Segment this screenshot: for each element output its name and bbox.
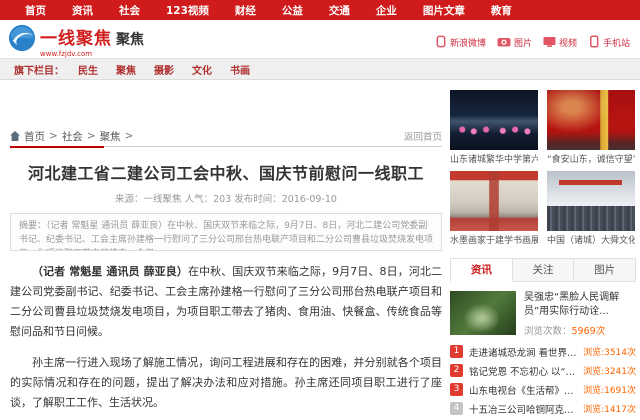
site-logo[interactable]: 一线聚焦 聚焦 www.fzjdv.com xyxy=(8,24,144,58)
mobile-icon xyxy=(588,33,600,52)
article-paragraph-2: 孙主席一行进入现场了解施工情况，询问工程进展和存在的困难，并分别就各个项目的实际… xyxy=(10,353,442,413)
list-item: 2 铭记党恩 不忘初心 以“四讲四 浏览:3241次 xyxy=(450,363,636,378)
gallery-caption[interactable]: “食安山东，诚信守望” xyxy=(547,152,635,165)
featured-body: 吴强忠“黑脸人民调解员”用实际行动诠... 浏览次数：5969次 xyxy=(524,291,636,337)
topnav-item-news[interactable]: 资讯 xyxy=(59,3,106,18)
topnav-item-photo-articles[interactable]: 图片文章 xyxy=(410,3,478,18)
tab-follow[interactable]: 关注 xyxy=(513,258,575,282)
sidebar-tabs: 资讯 关注 图片 xyxy=(450,258,636,282)
article-title: 河北建工省二建公司工会中秋、国庆节前慰问一线职工 xyxy=(10,160,442,184)
video-link[interactable]: 视频 xyxy=(543,33,577,52)
breadcrumb-red-underline xyxy=(10,146,104,148)
video-label: 视频 xyxy=(559,36,577,49)
rank-badge: 1 xyxy=(450,345,463,358)
pictures-label: 图片 xyxy=(514,36,532,49)
breadcrumb: 首页 > 社会 > 聚焦 > 返回首页 xyxy=(10,126,442,147)
gallery-item: 山东诸城繁华中学第六届 xyxy=(450,90,538,165)
logo-sub-text: 聚焦 xyxy=(116,29,144,49)
site-header: 一线聚焦 聚焦 www.fzjdv.com 新浪微博 图片 xyxy=(0,20,640,58)
gallery-thumbnail-red-banner[interactable] xyxy=(547,90,635,150)
breadcrumb-home[interactable]: 首页 xyxy=(24,129,45,144)
list-item: 3 山东电视台《生活帮》摄制组来 浏览:1691次 xyxy=(450,382,636,397)
featured-news-item: 吴强忠“黑脸人民调解员”用实际行动诠... 浏览次数：5969次 xyxy=(450,291,636,337)
article-column: 首页 > 社会 > 聚焦 > 返回首页 河北建工省二建公司工会中秋、国庆节前慰问… xyxy=(10,126,442,420)
breadcrumb-society[interactable]: 社会 xyxy=(62,129,83,144)
list-item-views: 浏览:1417次 xyxy=(583,402,636,415)
weibo-icon xyxy=(435,33,447,52)
subnav-item-calligraphy[interactable]: 书画 xyxy=(230,62,250,77)
gallery-item: 水墨画家于建学书画展在 xyxy=(450,171,538,246)
subnav-item-jujiao[interactable]: 聚焦 xyxy=(116,62,136,77)
camera-icon xyxy=(497,33,511,52)
topnav-item-traffic[interactable]: 交通 xyxy=(316,3,363,18)
list-item-title[interactable]: 走进诸城恐龙涧 看世界地质奇观 xyxy=(469,345,579,359)
home-icon xyxy=(10,131,20,141)
rank-badge: 3 xyxy=(450,383,463,396)
header-quicklinks: 新浪微博 图片 视频 手机站 xyxy=(435,33,630,52)
sub-navigation: 旗下栏目： 民生 聚焦 摄影 文化 书画 xyxy=(0,58,640,80)
article-meta: 来源：一线聚焦 人气：203 发布时间：2016-09-10 xyxy=(10,191,442,205)
video-icon xyxy=(543,33,556,52)
breadcrumb-jujiao[interactable]: 聚焦 xyxy=(100,129,121,144)
pictures-link[interactable]: 图片 xyxy=(497,33,532,52)
breadcrumb-separator: > xyxy=(49,130,58,142)
weibo-label: 新浪微博 xyxy=(450,36,486,49)
mobile-site-label: 手机站 xyxy=(603,36,630,49)
article-summary: 摘要：（记者 常魁星 通讯员 薛亚良）在中秋、国庆双节来临之际，9月7日、8日，… xyxy=(10,213,442,251)
globe-logo-icon xyxy=(8,24,36,56)
topnav-item-education[interactable]: 教育 xyxy=(478,3,525,18)
featured-views: 浏览次数：5969次 xyxy=(524,323,636,337)
article-paragraph-1: （记者 常魁星 通讯员 薛亚良）在中秋、国庆双节来临之际，9月7日、8日，河北二… xyxy=(10,262,442,342)
logo-url-text: www.fzjdv.com xyxy=(40,50,144,58)
list-item-views: 浏览:1691次 xyxy=(583,383,636,396)
featured-views-label: 浏览次数： xyxy=(524,326,572,337)
gallery-item: “食安山东，诚信守望” xyxy=(547,90,635,165)
subnav-item-photography[interactable]: 摄影 xyxy=(154,62,174,77)
featured-views-value: 5969次 xyxy=(572,326,606,337)
list-item-title[interactable]: 山东电视台《生活帮》摄制组来 xyxy=(469,383,579,397)
list-item-title[interactable]: 铭记党恩 不忘初心 以“四讲四 xyxy=(469,364,579,378)
weibo-link[interactable]: 新浪微博 xyxy=(435,33,486,52)
tab-news[interactable]: 资讯 xyxy=(450,258,513,282)
back-to-home-link[interactable]: 返回首页 xyxy=(404,129,442,143)
featured-thumbnail-forest[interactable] xyxy=(450,291,516,335)
list-item-views: 浏览:3514次 xyxy=(583,345,636,358)
reporter-byline: （记者 常魁星 通讯员 薛亚良） xyxy=(32,265,188,278)
subnav-item-culture[interactable]: 文化 xyxy=(192,62,212,77)
ranked-news-list: 1 走进诸城恐龙涧 看世界地质奇观 浏览:3514次 2 铭记党恩 不忘初心 以… xyxy=(450,344,636,420)
topnav-item-home[interactable]: 首页 xyxy=(12,3,59,18)
breadcrumb-separator: > xyxy=(125,130,134,142)
topnav-item-charity[interactable]: 公益 xyxy=(269,3,316,18)
gallery-caption[interactable]: 山东诸城繁华中学第六届 xyxy=(450,152,538,165)
mobile-site-link[interactable]: 手机站 xyxy=(588,33,630,52)
rank-badge: 2 xyxy=(450,364,463,377)
photo-gallery: 山东诸城繁华中学第六届 “食安山东，诚信守望” 水墨画家于建学书画展在 中国（诸… xyxy=(450,90,636,246)
gallery-thumbnail-stage[interactable] xyxy=(450,90,538,150)
list-item: 1 走进诸城恐龙涧 看世界地质奇观 浏览:3514次 xyxy=(450,344,636,359)
rank-badge: 4 xyxy=(450,402,463,415)
gallery-thumbnail-crowd[interactable] xyxy=(547,171,635,231)
gallery-item: 中国（诸城）大舜文化节 xyxy=(547,171,635,246)
topnav-item-123video[interactable]: 123视频 xyxy=(153,3,222,18)
list-item-views: 浏览:3241次 xyxy=(583,364,636,377)
subnav-label: 旗下栏目： xyxy=(14,62,64,77)
featured-title[interactable]: 吴强忠“黑脸人民调解员”用实际行动诠... xyxy=(524,291,636,319)
subnav-item-minsheng[interactable]: 民生 xyxy=(78,62,98,77)
top-navigation: 首页 资讯 社会 123视频 财经 公益 交通 企业 图片文章 教育 xyxy=(0,0,640,20)
logo-text-block: 一线聚焦 聚焦 www.fzjdv.com xyxy=(40,24,144,58)
logo-main-text: 一线聚焦 xyxy=(40,24,112,49)
sidebar: 山东诸城繁华中学第六届 “食安山东，诚信守望” 水墨画家于建学书画展在 中国（诸… xyxy=(450,90,636,420)
gallery-caption[interactable]: 中国（诸城）大舜文化节 xyxy=(547,233,635,246)
list-item: 4 十五冶三公司哈铜阿克托盖项目 浏览:1417次 xyxy=(450,401,636,416)
list-item-title[interactable]: 十五冶三公司哈铜阿克托盖项目 xyxy=(469,402,579,416)
gallery-caption[interactable]: 水墨画家于建学书画展在 xyxy=(450,233,538,246)
topnav-item-society[interactable]: 社会 xyxy=(106,3,153,18)
gallery-thumbnail-building[interactable] xyxy=(450,171,538,231)
topnav-item-enterprise[interactable]: 企业 xyxy=(363,3,410,18)
page: 首页 资讯 社会 123视频 财经 公益 交通 企业 图片文章 教育 一线聚焦 … xyxy=(0,0,640,420)
tab-pictures[interactable]: 图片 xyxy=(574,258,636,282)
topnav-item-finance[interactable]: 财经 xyxy=(222,3,269,18)
breadcrumb-separator: > xyxy=(87,130,96,142)
